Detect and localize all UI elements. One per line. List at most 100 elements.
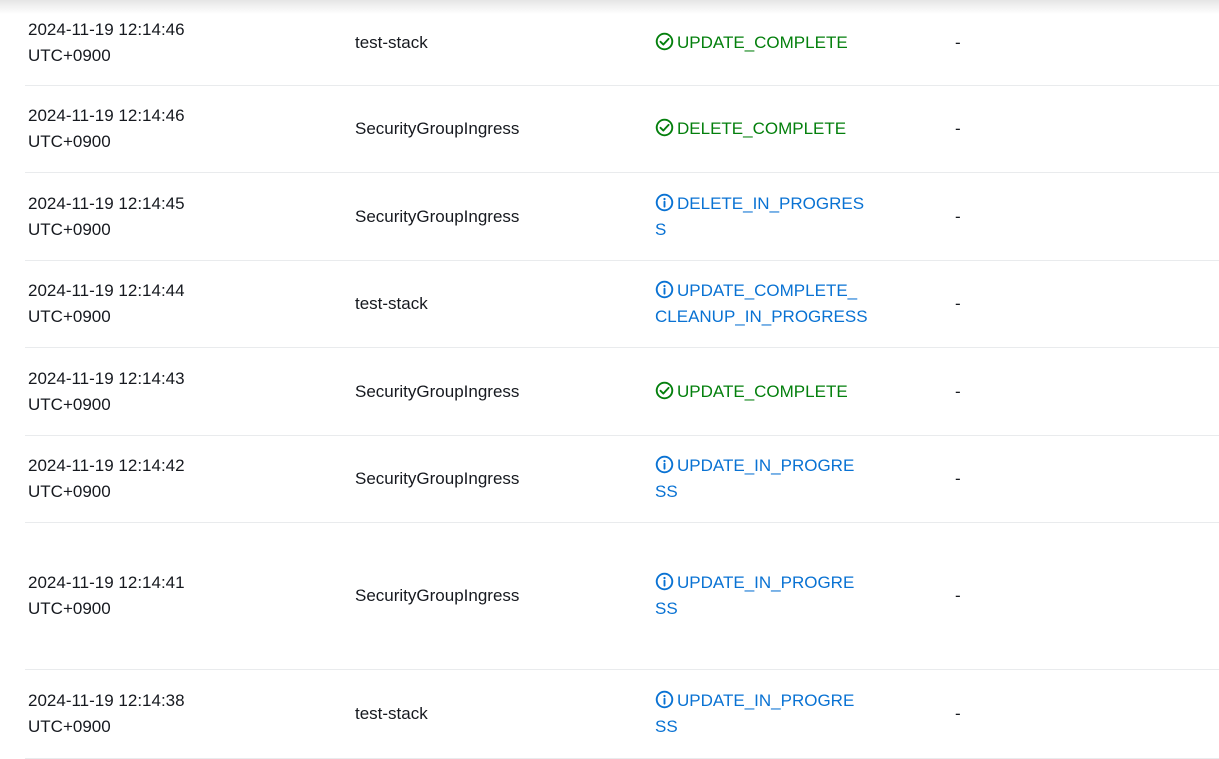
status-line-1: UPDATE_COMPLETE	[655, 30, 848, 56]
logical-id-cell: test-stack	[355, 670, 645, 758]
status-indicator: DELETE_COMPLETE	[655, 116, 846, 142]
status-line-1: UPDATE_COMPLETE	[655, 379, 848, 405]
status-text: DELETE_COMPLETE	[677, 119, 847, 138]
status-text-continued: SS	[655, 482, 678, 501]
status-line-1: UPDATE_IN_PROGRE	[655, 453, 854, 479]
status-text: DELETE_IN_PROGRES	[677, 193, 865, 213]
timestamp: 2024-11-19 12:14:44 UTC+0900	[28, 278, 185, 330]
status-indicator: UPDATE_IN_PROGRE SS	[655, 453, 854, 505]
status-line-1: DELETE_IN_PROGRES	[655, 191, 864, 217]
info-circle-icon	[655, 193, 674, 212]
timestamp-timezone: UTC+0900	[28, 307, 111, 326]
logical-id: SecurityGroupIngress	[355, 206, 520, 226]
timestamp-timezone: UTC+0900	[28, 132, 111, 151]
logical-id-cell: SecurityGroupIngress	[355, 436, 645, 522]
table-row: 2024-11-19 12:14:45 UTC+0900 SecurityGroup…	[25, 173, 1219, 261]
status-cell: UPDATE_COMPLETE_ CLEANUP_IN_PROGRESS	[655, 261, 905, 347]
status-text-continued: SS	[655, 717, 678, 736]
status-indicator: UPDATE_COMPLETE_ CLEANUP_IN_PROGRESS	[655, 278, 868, 330]
status-reason-cell: -	[955, 261, 1055, 347]
status-reason: -	[955, 32, 961, 52]
check-circle-icon	[655, 381, 674, 400]
status-reason-cell: -	[955, 348, 1055, 435]
status-reason: -	[955, 469, 961, 488]
status-line-1: UPDATE_IN_PROGRE	[655, 688, 854, 714]
status-text: UPDATE_COMPLETE_	[677, 281, 858, 300]
status-cell: UPDATE_COMPLETE	[655, 0, 905, 85]
logical-id: SecurityGroupIngress	[355, 381, 520, 401]
timestamp-timezone: UTC+0900	[28, 599, 111, 618]
table-row: 2024-11-19 12:14:38 UTC+0900 test-stack UPD…	[25, 670, 1219, 759]
status-reason-cell: -	[955, 173, 1055, 260]
timestamp: 2024-11-19 12:14:46 UTC+0900	[28, 103, 185, 155]
timestamp: 2024-11-19 12:14:38 UTC+0900	[28, 688, 185, 740]
status-indicator: UPDATE_IN_PROGRE SS	[655, 570, 854, 622]
logical-id-cell: test-stack	[355, 261, 645, 347]
status-text: UPDATE_COMPLETE	[677, 32, 848, 52]
logical-id: SecurityGroupIngress	[355, 586, 520, 605]
status-cell: UPDATE_IN_PROGRE SS	[655, 670, 905, 758]
timestamp-date: 2024-11-19 12:14:44	[28, 281, 185, 300]
status-line-1: DELETE_COMPLETE	[655, 116, 846, 142]
timestamp-cell: 2024-11-19 12:14:45 UTC+0900	[28, 173, 328, 260]
timestamp: 2024-11-19 12:14:46 UTC+0900	[28, 17, 185, 69]
timestamp-cell: 2024-11-19 12:14:41 UTC+0900	[28, 523, 328, 669]
status-line-1: UPDATE_IN_PROGRE	[655, 570, 854, 596]
timestamp-cell: 2024-11-19 12:14:43 UTC+0900	[28, 348, 328, 435]
timestamp-timezone: UTC+0900	[28, 219, 111, 239]
table-row: 2024-11-19 12:14:46 UTC+0900 test-stack UPD…	[25, 0, 1219, 86]
timestamp-cell: 2024-11-19 12:14:42 UTC+0900	[28, 436, 328, 522]
table-row: 2024-11-19 12:14:43 UTC+0900 SecurityGroup…	[25, 348, 1219, 436]
timestamp-date: 2024-11-19 12:14:46	[28, 19, 185, 39]
timestamp-date: 2024-11-19 12:14:42	[28, 456, 185, 475]
logical-id-cell: SecurityGroupIngress	[355, 86, 645, 172]
timestamp-cell: 2024-11-19 12:14:46 UTC+0900	[28, 86, 328, 172]
status-indicator: UPDATE_COMPLETE	[655, 379, 848, 405]
status-reason-cell: -	[955, 436, 1055, 522]
timestamp-date: 2024-11-19 12:14:45	[28, 193, 185, 213]
logical-id-cell: SecurityGroupIngress	[355, 173, 645, 260]
status-reason: -	[955, 381, 961, 401]
timestamp-date: 2024-11-19 12:14:41	[28, 573, 185, 592]
logical-id: test-stack	[355, 704, 428, 723]
status-reason: -	[955, 704, 961, 723]
status-reason-cell: -	[955, 0, 1055, 85]
timestamp-timezone: UTC+0900	[28, 394, 111, 414]
status-text: UPDATE_COMPLETE	[677, 381, 848, 401]
status-indicator: DELETE_IN_PROGRES S	[655, 191, 864, 243]
timestamp-date: 2024-11-19 12:14:46	[28, 106, 185, 125]
status-reason-cell: -	[955, 670, 1055, 758]
status-reason: -	[955, 586, 961, 605]
info-circle-icon	[655, 280, 674, 299]
logical-id-cell: test-stack	[355, 0, 645, 85]
table-row: 2024-11-19 12:14:41 UTC+0900 SecurityGroup…	[25, 523, 1219, 670]
status-reason: -	[955, 206, 961, 226]
check-circle-icon	[655, 118, 674, 137]
status-reason: -	[955, 119, 961, 138]
table-row: 2024-11-19 12:14:44 UTC+0900 test-stack UPD…	[25, 261, 1219, 348]
status-indicator: UPDATE_IN_PROGRE SS	[655, 688, 854, 740]
timestamp-date: 2024-11-19 12:14:43	[28, 368, 185, 388]
status-cell: UPDATE_IN_PROGRE SS	[655, 523, 905, 669]
status-text-continued: CLEANUP_IN_PROGRESS	[655, 307, 868, 326]
logical-id: test-stack	[355, 32, 428, 52]
status-cell: UPDATE_COMPLETE	[655, 348, 905, 435]
status-line-1: UPDATE_COMPLETE_	[655, 278, 868, 304]
logical-id: SecurityGroupIngress	[355, 119, 520, 138]
status-indicator: UPDATE_COMPLETE	[655, 30, 848, 56]
info-circle-icon	[655, 690, 674, 709]
table-row: 2024-11-19 12:14:42 UTC+0900 SecurityGroup…	[25, 436, 1219, 523]
status-cell: DELETE_COMPLETE	[655, 86, 905, 172]
status-text-continued: SS	[655, 599, 678, 618]
stack-events-table: 2024-11-19 12:14:46 UTC+0900 test-stack UPD…	[25, 0, 1219, 759]
timestamp-timezone: UTC+0900	[28, 482, 111, 501]
timestamp-timezone: UTC+0900	[28, 717, 111, 736]
logical-id-cell: SecurityGroupIngress	[355, 523, 645, 669]
info-circle-icon	[655, 572, 674, 591]
status-cell: UPDATE_IN_PROGRE SS	[655, 436, 905, 522]
timestamp-timezone: UTC+0900	[28, 45, 111, 65]
timestamp-date: 2024-11-19 12:14:38	[28, 691, 185, 710]
status-cell: DELETE_IN_PROGRES S	[655, 173, 905, 260]
status-text: UPDATE_IN_PROGRE	[677, 691, 855, 710]
status-reason-cell: -	[955, 523, 1055, 669]
